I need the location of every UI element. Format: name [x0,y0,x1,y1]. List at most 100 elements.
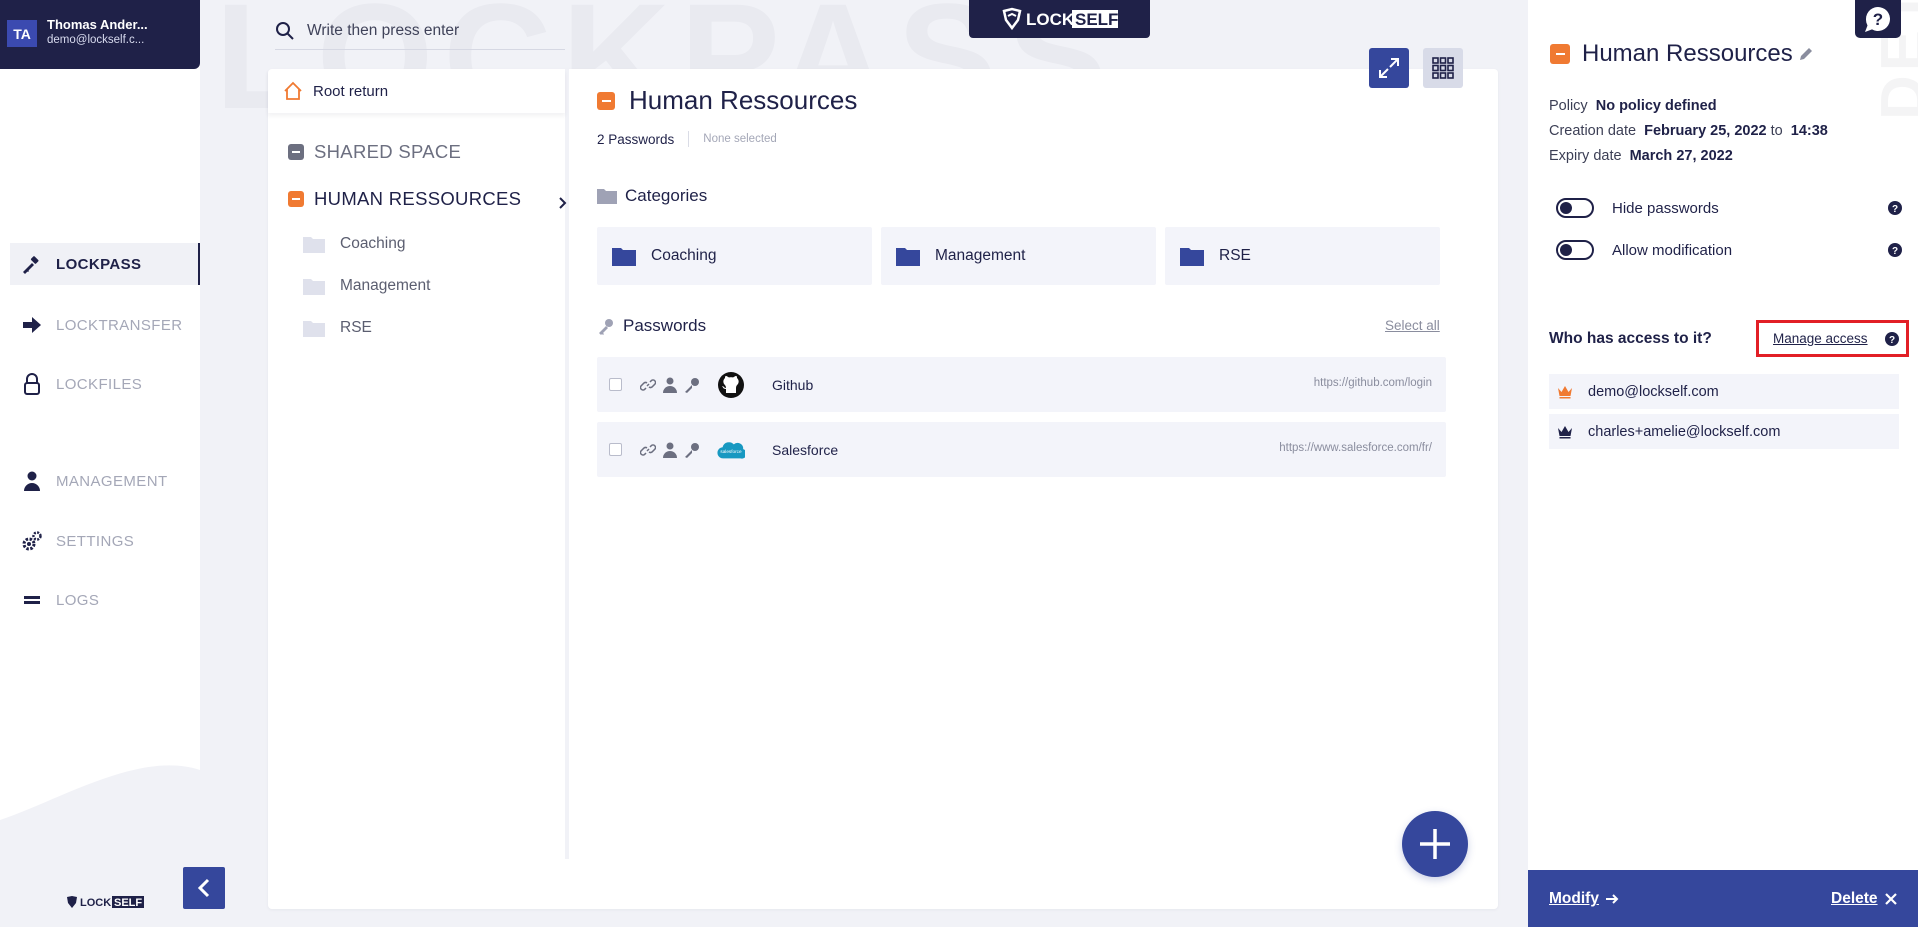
selection-status: None selected [703,133,777,145]
manage-access-highlight: Manage access ? [1756,320,1909,357]
brand-badge: LOCK SELF [969,0,1150,38]
minus-square-icon [1550,44,1570,64]
grid-view-button[interactable] [1423,48,1463,88]
row-checkbox[interactable] [609,378,622,391]
expand-view-button[interactable] [1369,48,1409,88]
nav-item-management[interactable]: MANAGEMENT [10,460,200,502]
collapse-sidebar-button[interactable] [183,867,225,909]
details-title-row: Human Ressources [1550,40,1813,68]
arrow-right-icon [20,313,44,337]
access-email: demo@lockself.com [1588,383,1719,400]
tree-item-label: SHARED SPACE [314,141,462,162]
user-icon[interactable] [661,441,678,458]
root-return-label: Root return [313,82,389,100]
row-checkbox[interactable] [609,443,622,456]
row-actions [639,441,700,458]
key-icon [20,252,44,276]
nav-item-locktransfer[interactable]: LOCKTRANSFER [10,304,200,346]
close-icon [1884,893,1897,905]
svg-text:?: ? [1892,246,1898,257]
salesforce-logo-text: salesforce [720,448,742,453]
folder-icon [896,248,920,266]
svg-text:SELF: SELF [114,897,142,909]
password-url[interactable]: https://www.salesforce.com/fr/ [1279,442,1432,454]
password-row-github[interactable]: Github https://github.com/login [597,357,1446,412]
folder-title: Human Ressources [629,85,858,115]
folder-icon [1180,248,1204,266]
tree-item-shared-space[interactable]: SHARED SPACE [288,141,461,163]
add-button[interactable] [1402,811,1468,877]
category-card-coaching[interactable]: Coaching [597,227,872,285]
toggle-label: Hide passwords [1612,199,1719,217]
lock-icon [20,372,44,396]
search-bar[interactable] [275,12,565,50]
user-icon[interactable] [661,376,678,393]
tree-folder-management[interactable]: Management [303,277,430,295]
password-url[interactable]: https://github.com/login [1314,377,1432,389]
creation-date-value: February 25, 2022 [1644,123,1767,139]
svg-text:LOCK: LOCK [80,897,111,909]
salesforce-logo-icon: salesforce [717,436,745,464]
tree-item-human-ressources[interactable]: HUMAN RESSOURCES [288,188,573,210]
crown-icon [1558,385,1572,398]
nav-item-logs[interactable]: LOGS [10,579,200,621]
help-button[interactable]: ? [1855,0,1901,38]
folder-icon [612,248,636,266]
user-name: Thomas Ander... [47,17,148,32]
allow-modification-toggle[interactable] [1556,240,1594,260]
root-return-link[interactable]: Root return [268,69,565,113]
avatar[interactable]: TA [7,20,37,47]
crown-icon [1558,425,1572,438]
question-circle-icon[interactable]: ? [1885,332,1899,346]
user-card[interactable]: TA Thomas Ander... demo@lockself.c... [0,0,200,69]
link-icon[interactable] [639,441,656,458]
select-all-link[interactable]: Select all [1385,318,1440,333]
details-title: Human Ressources [1582,40,1793,67]
pencil-icon[interactable] [1799,47,1813,61]
nav-label: MANAGEMENT [56,472,168,490]
view-buttons [1369,48,1463,88]
question-circle-icon[interactable]: ? [1888,201,1902,215]
tree-folder-rse[interactable]: RSE [303,319,372,337]
nav-item-lockpass[interactable]: LOCKPASS [10,243,200,285]
nav-item-lockfiles[interactable]: LOCKFILES [10,363,200,405]
folder-icon [303,321,325,337]
svg-text:?: ? [1892,204,1898,215]
question-circle-icon[interactable]: ? [1888,243,1902,257]
nav-label: LOGS [56,591,100,609]
nav-label: LOCKFILES [56,375,143,393]
minus-square-icon [288,191,304,207]
folder-icon [303,279,325,295]
left-sidebar: TA Thomas Ander... demo@lockself.c... LO… [0,0,200,927]
grid-icon [1432,57,1454,79]
modify-button[interactable]: Modify [1549,890,1619,908]
tree-folder-label: Coaching [340,235,406,252]
details-panel: DETAILS ? Human Ressources Policy No pol… [1528,0,1918,927]
nav-label: SETTINGS [56,532,135,550]
category-card-rse[interactable]: RSE [1165,227,1440,285]
search-input[interactable] [307,21,557,40]
svg-text:?: ? [1873,10,1883,29]
manage-access-link[interactable]: Manage access [1773,331,1868,346]
hide-passwords-toggle[interactable] [1556,198,1594,218]
delete-label: Delete [1831,890,1878,907]
creation-time-value: 14:38 [1790,123,1828,139]
password-count: 2 Passwords [597,131,675,147]
nav-item-settings[interactable]: SETTINGS [10,520,200,562]
policy-row: Policy No policy defined [1549,98,1717,114]
creation-date-label: Creation date [1549,123,1637,139]
home-icon [284,81,302,100]
key-icon[interactable] [683,376,700,393]
link-icon[interactable] [639,376,656,393]
folder-icon [303,237,325,253]
delete-button[interactable]: Delete [1831,890,1897,908]
modify-label: Modify [1549,890,1599,907]
key-icon [599,319,613,335]
allow-modification-row: Allow modification ? [1556,240,1902,260]
tree-folder-coaching[interactable]: Coaching [303,235,406,253]
password-row-salesforce[interactable]: salesforce Salesforce https://www.salesf… [597,422,1446,477]
expiry-date-value: March 27, 2022 [1629,148,1733,164]
access-item-demo: demo@lockself.com [1549,374,1899,409]
key-icon[interactable] [683,441,700,458]
category-card-management[interactable]: Management [881,227,1156,285]
